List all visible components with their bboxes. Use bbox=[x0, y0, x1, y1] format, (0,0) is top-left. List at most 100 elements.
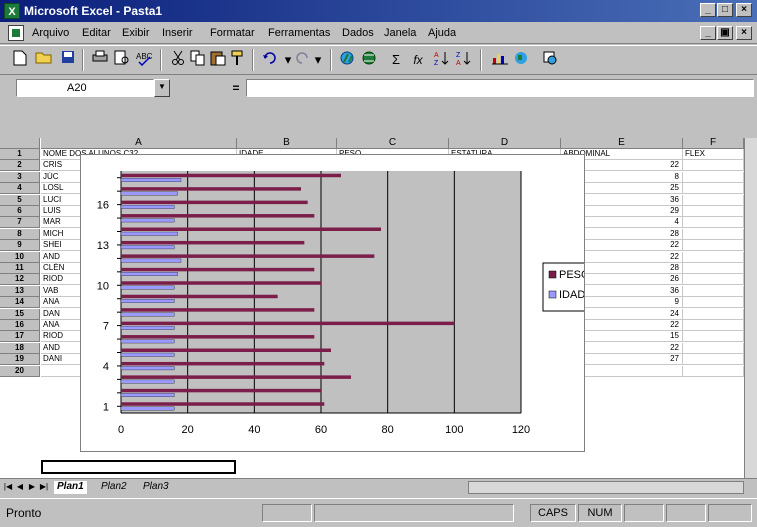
row-header[interactable]: 10 bbox=[0, 252, 40, 263]
name-box[interactable]: A20 bbox=[16, 79, 154, 97]
chart-wizard-icon[interactable] bbox=[490, 50, 510, 70]
prev-sheet-icon[interactable]: ◀ bbox=[14, 480, 26, 493]
row-header[interactable]: 12 bbox=[0, 274, 40, 285]
function-icon[interactable]: fx bbox=[408, 50, 428, 70]
menu-ferramentas[interactable]: Ferramentas bbox=[268, 26, 330, 40]
column-header-b[interactable]: B bbox=[237, 138, 337, 149]
minimize-button[interactable]: _ bbox=[700, 3, 716, 17]
save-icon[interactable] bbox=[58, 50, 78, 70]
row-header[interactable]: 1 bbox=[0, 149, 40, 160]
sort-descending-icon[interactable]: ZA bbox=[454, 50, 474, 70]
cell[interactable] bbox=[683, 286, 744, 297]
workbook-icon[interactable] bbox=[8, 25, 24, 41]
cell[interactable] bbox=[683, 240, 744, 251]
cell[interactable] bbox=[683, 229, 744, 240]
row-header[interactable]: 14 bbox=[0, 297, 40, 308]
row-header[interactable]: 19 bbox=[0, 354, 40, 365]
print-icon[interactable] bbox=[90, 50, 110, 70]
doc-close-button[interactable]: × bbox=[736, 26, 752, 40]
cell[interactable] bbox=[683, 195, 744, 206]
menu-dados[interactable]: Dados bbox=[342, 26, 374, 40]
select-all-corner[interactable] bbox=[0, 138, 40, 149]
cell[interactable] bbox=[683, 206, 744, 217]
cell[interactable] bbox=[683, 343, 744, 354]
row-header[interactable]: 3 bbox=[0, 172, 40, 183]
paste-icon[interactable] bbox=[208, 50, 228, 70]
chevron-down-icon[interactable]: ▼ bbox=[154, 79, 170, 97]
doc-minimize-button[interactable]: _ bbox=[700, 26, 716, 40]
cell[interactable]: FLEX bbox=[683, 149, 744, 160]
next-sheet-icon[interactable]: ▶ bbox=[26, 480, 38, 493]
row-header[interactable]: 8 bbox=[0, 229, 40, 240]
menu-ajuda[interactable]: Ajuda bbox=[428, 26, 456, 40]
format-painter-icon[interactable] bbox=[228, 50, 248, 70]
cell[interactable] bbox=[683, 297, 744, 308]
row-header[interactable]: 9 bbox=[0, 240, 40, 251]
row-header[interactable]: 6 bbox=[0, 206, 40, 217]
first-sheet-icon[interactable]: |◀ bbox=[2, 480, 14, 493]
menu-exibir[interactable]: Exibir bbox=[122, 26, 150, 40]
column-header-c[interactable]: C bbox=[337, 138, 449, 149]
horizontal-scrollbar[interactable] bbox=[468, 481, 744, 494]
menu-inserir[interactable]: Inserir bbox=[162, 26, 193, 40]
map-icon[interactable] bbox=[512, 50, 532, 70]
open-icon[interactable] bbox=[34, 50, 54, 70]
maximize-button[interactable]: □ bbox=[717, 3, 733, 17]
cut-icon[interactable] bbox=[168, 50, 188, 70]
excel-app-icon[interactable]: X bbox=[4, 3, 20, 19]
sheet-tab-plan3[interactable]: Plan3 bbox=[140, 481, 172, 494]
bar-chart[interactable]: 0 20 40 60 80 100 120 1 4 7 10 13 16 PESO IDADE bbox=[80, 154, 585, 452]
cell[interactable] bbox=[683, 366, 744, 377]
menu-arquivo[interactable]: Arquivo bbox=[32, 26, 69, 40]
menu-formatar[interactable]: Formatar bbox=[210, 26, 255, 40]
web-toolbar-icon[interactable] bbox=[360, 50, 380, 70]
column-header-f[interactable]: F bbox=[683, 138, 744, 149]
row-header[interactable]: 15 bbox=[0, 309, 40, 320]
row-header[interactable]: 4 bbox=[0, 183, 40, 194]
spelling-icon[interactable]: ABC bbox=[134, 50, 154, 70]
formula-input[interactable] bbox=[246, 79, 754, 97]
cell[interactable] bbox=[683, 354, 744, 365]
row-header[interactable]: 11 bbox=[0, 263, 40, 274]
row-header[interactable]: 17 bbox=[0, 331, 40, 342]
row-header[interactable]: 5 bbox=[0, 195, 40, 206]
row-header[interactable]: 2 bbox=[0, 160, 40, 171]
menu-janela[interactable]: Janela bbox=[384, 26, 416, 40]
row-header[interactable]: 13 bbox=[0, 286, 40, 297]
cell[interactable] bbox=[683, 274, 744, 285]
cell[interactable] bbox=[683, 183, 744, 194]
last-sheet-icon[interactable]: ▶| bbox=[38, 480, 50, 493]
cell[interactable] bbox=[683, 309, 744, 320]
row-header[interactable]: 7 bbox=[0, 217, 40, 228]
cell[interactable] bbox=[683, 252, 744, 263]
cell[interactable] bbox=[683, 331, 744, 342]
cell[interactable] bbox=[683, 263, 744, 274]
redo-dropdown-icon[interactable]: ▾ bbox=[308, 50, 328, 70]
sort-ascending-icon[interactable]: AZ bbox=[432, 50, 452, 70]
close-button[interactable]: × bbox=[736, 3, 752, 17]
sheet-tab-plan1[interactable]: Plan1 bbox=[54, 481, 87, 494]
autosum-icon[interactable]: Σ bbox=[386, 50, 406, 70]
formula-equals-button[interactable]: = bbox=[228, 79, 244, 97]
column-header-e[interactable]: E bbox=[561, 138, 683, 149]
row-header[interactable]: 16 bbox=[0, 320, 40, 331]
drawing-icon[interactable] bbox=[540, 50, 560, 70]
column-header-d[interactable]: D bbox=[449, 138, 561, 149]
menu-editar[interactable]: Editar bbox=[82, 26, 111, 40]
copy-icon[interactable] bbox=[188, 50, 208, 70]
vertical-scrollbar[interactable] bbox=[744, 138, 757, 478]
cell[interactable] bbox=[683, 172, 744, 183]
column-header-a[interactable]: A bbox=[41, 138, 237, 149]
doc-restore-button[interactable]: ▣ bbox=[717, 26, 733, 40]
row-header[interactable]: 18 bbox=[0, 343, 40, 354]
print-preview-icon[interactable] bbox=[112, 50, 132, 70]
hyperlink-icon[interactable] bbox=[338, 50, 358, 70]
cell[interactable] bbox=[683, 320, 744, 331]
sheet-tab-plan2[interactable]: Plan2 bbox=[98, 481, 130, 494]
row-header[interactable]: 20 bbox=[0, 366, 40, 377]
new-icon[interactable] bbox=[10, 50, 30, 70]
cell[interactable] bbox=[683, 160, 744, 171]
cell[interactable] bbox=[683, 217, 744, 228]
active-cell-a20[interactable] bbox=[41, 460, 236, 474]
undo-icon[interactable] bbox=[260, 50, 280, 70]
